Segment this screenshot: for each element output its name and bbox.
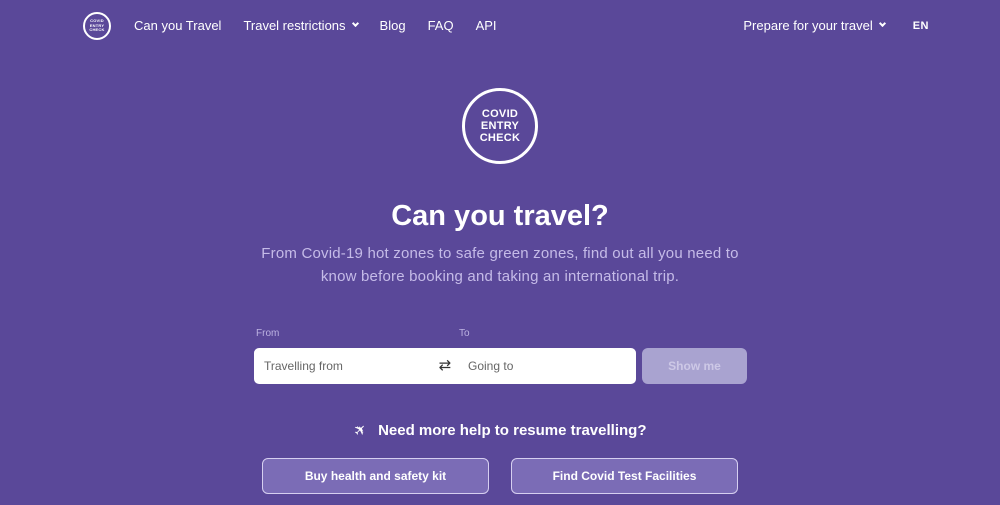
logo-line: COVID [481,108,519,120]
logo-line: ENTRY [480,120,520,132]
nav-link-can-you-travel[interactable]: Can you Travel [134,18,221,33]
chevron-down-icon [878,19,886,28]
nav-link-blog[interactable]: Blog [380,18,406,33]
nav-links: Can you Travel Travel restrictions Blog … [134,18,519,33]
nav-link-label: Travel restrictions [243,18,346,33]
page-title: Can you travel? [391,200,609,232]
airplane-icon: ✈ [349,419,371,441]
nav-link-label: Can you Travel [134,18,222,33]
page-subtitle: From Covid-19 hot zones to safe green zo… [261,245,739,285]
nav-link-label: API [475,18,497,33]
nav-link-api[interactable]: API [476,18,497,33]
nav-link-prepare-for-travel[interactable]: Prepare for your travel [743,18,886,33]
nav-link-label: Blog [379,18,406,33]
hero-logo: COVID ENTRY CHECK [462,88,538,164]
to-input[interactable] [468,351,628,381]
swap-arrows-icon[interactable]: ⇄ [437,357,453,375]
nav-link-faq[interactable]: FAQ [428,18,454,33]
nav-link-label: FAQ [427,18,454,33]
chevron-down-icon [351,19,359,28]
buy-safety-kit-button[interactable]: Buy health and safety kit [262,458,489,494]
top-navigation: COVID ENTRY CHECK Can you Travel Travel … [0,0,1000,52]
nav-right: Prepare for your travel EN [743,18,929,33]
from-label: From [256,328,280,339]
nav-link-travel-restrictions[interactable]: Travel restrictions [243,18,359,33]
language-selector[interactable]: EN [913,20,929,32]
route-search-box: ⇄ [254,348,636,384]
show-me-button[interactable]: Show me [642,348,747,384]
help-heading: ✈ Need more help to resume travelling? [0,419,1000,441]
nav-link-label: Prepare for your travel [743,18,873,33]
logo-line: CHECK [479,132,521,144]
logo-line: CHECK [89,27,105,33]
help-heading-text: Need more help to resume travelling? [378,421,647,439]
find-test-facilities-button[interactable]: Find Covid Test Facilities [511,458,738,494]
site-logo[interactable]: COVID ENTRY CHECK [83,12,111,40]
from-input[interactable] [264,351,434,381]
to-label: To [459,328,470,339]
